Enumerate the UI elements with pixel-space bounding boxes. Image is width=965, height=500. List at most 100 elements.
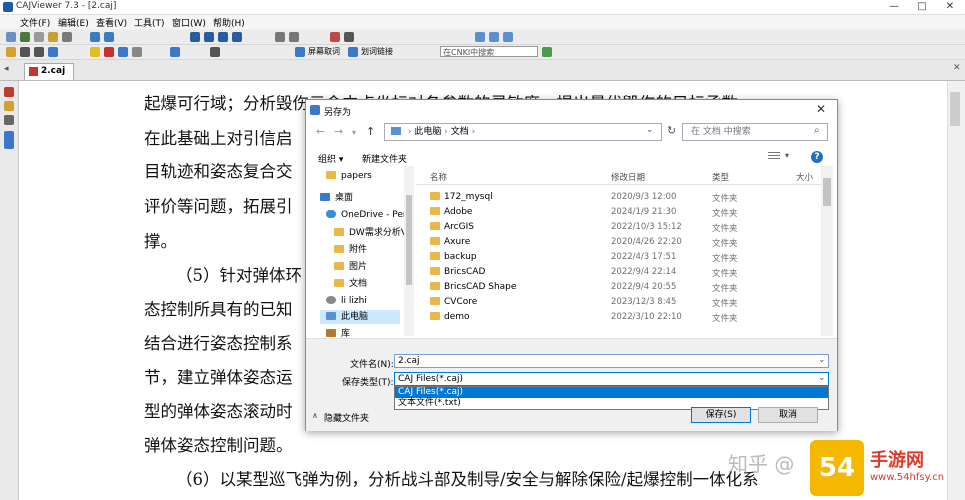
minimize-button[interactable]: — [880,0,908,14]
note-icon[interactable] [210,47,220,57]
filename-dropdown-icon[interactable]: ⌄ [818,355,826,365]
continuous-icon[interactable] [289,32,299,42]
cnki-search-select[interactable]: 在CNKI中搜索 [440,46,538,57]
forward-icon[interactable]: → [334,125,343,138]
tree-item-papers[interactable]: papers [326,169,406,183]
file-row[interactable]: BricsCAD 2022/9/4 22:14 文件夹 [416,266,821,281]
bookmark-icon[interactable] [170,47,180,57]
save-button[interactable]: 保存(S) [691,407,751,423]
screen-word-icon[interactable] [295,47,305,57]
refresh-icon[interactable]: ↻ [667,124,676,137]
search-icon[interactable]: ⌕ [814,125,820,136]
tree-item-this-pc[interactable]: 此电脑 [320,310,400,324]
file-row[interactable]: Axure 2020/4/26 22:20 文件夹 [416,236,821,251]
pencil-icon[interactable] [4,101,14,111]
word-link-icon[interactable] [348,47,358,57]
undo-icon[interactable] [90,32,100,42]
zoom-out-icon[interactable] [489,32,499,42]
file-row[interactable]: BricsCAD Shape 2022/9/4 20:55 文件夹 [416,281,821,296]
view-dropdown-icon[interactable]: ▾ [785,151,789,160]
prev-page-icon[interactable] [204,32,214,42]
organize-button[interactable]: 组织 ▾ [318,152,343,165]
tab-menu-icon[interactable]: ◂ [4,64,9,74]
file-row[interactable]: Adobe 2024/1/9 21:30 文件夹 [416,206,821,221]
search-input[interactable]: 在 文档 中搜索 [682,123,828,141]
screen-word-label[interactable]: 屏幕取词 [308,46,340,57]
filetype-option[interactable]: CAJ Files(*.caj) [395,387,828,398]
rectangle-icon[interactable] [118,47,128,57]
hand-icon[interactable] [6,47,16,57]
last-page-icon[interactable] [232,32,242,42]
up-icon[interactable]: ↑ [366,125,375,138]
menu-edit[interactable]: 编辑(E) [58,16,89,29]
tree-item-user[interactable]: li lizhi [326,294,406,308]
menu-file[interactable]: 文件(F) [20,16,50,29]
open-icon[interactable] [6,32,16,42]
menu-tools[interactable]: 工具(T) [134,16,165,29]
menu-view[interactable]: 查看(V) [96,16,127,29]
save-icon[interactable] [20,32,30,42]
fullscreen-icon[interactable] [344,32,354,42]
document-scroll-thumb[interactable] [950,92,960,126]
tree-item-documents[interactable]: 文档 [334,277,414,291]
file-row[interactable]: CVCore 2023/12/3 8:45 文件夹 [416,296,821,311]
file-row[interactable]: ArcGIS 2022/10/3 15:12 文件夹 [416,221,821,236]
text-select-icon[interactable] [20,47,30,57]
close-button[interactable]: ✕ [936,0,964,14]
page-layout-icon[interactable] [275,32,285,42]
print-icon[interactable] [34,32,44,42]
new-folder-button[interactable]: 新建文件夹 [362,152,407,165]
copy-icon[interactable] [48,32,58,42]
file-list-scroll-thumb[interactable] [823,178,831,206]
address-dropdown-icon[interactable]: ⌄ [646,125,654,135]
next-page-icon[interactable] [218,32,228,42]
ocr-icon[interactable] [48,47,58,57]
help-icon[interactable]: ? [811,151,823,163]
document-scrollbar[interactable] [947,81,965,500]
tab-close-icon[interactable]: ✕ [953,63,961,73]
paste-icon[interactable] [62,32,72,42]
column-date[interactable]: 修改日期 [611,171,645,183]
file-row[interactable]: 172_mysql 2020/9/3 12:00 文件夹 [416,191,821,206]
first-page-icon[interactable] [190,32,200,42]
outline-icon[interactable] [4,131,14,149]
file-row[interactable]: demo 2022/3/10 22:10 文件夹 [416,311,821,326]
recent-chevron-icon[interactable]: ▾ [352,128,356,137]
redo-icon[interactable] [104,32,114,42]
zoom-fit-icon[interactable] [503,32,513,42]
cancel-button[interactable]: 取消 [758,407,818,423]
menu-help[interactable]: 帮助(H) [213,16,245,29]
annotation-icon[interactable] [4,87,14,97]
filename-input[interactable]: 2.caj [394,354,829,368]
eraser-icon[interactable] [132,47,142,57]
file-row[interactable]: backup 2022/4/3 17:51 文件夹 [416,251,821,266]
tree-item-onedrive[interactable]: OneDrive - Pers [326,208,404,222]
back-icon[interactable]: ← [316,125,325,138]
word-link-label[interactable]: 划词链接 [361,46,393,57]
breadcrumb-documents[interactable]: 文档 [451,127,469,137]
tab-document[interactable]: 2.caj [24,63,74,80]
tree-item-dw[interactable]: DW需求分析V0 [334,226,404,240]
view-options-icon[interactable] [768,152,780,161]
zoom-in-icon[interactable] [475,32,485,42]
filetype-dropdown-icon[interactable]: ⌄ [818,373,826,383]
dialog-close-icon[interactable]: ✕ [811,102,831,116]
pen-icon[interactable] [104,47,114,57]
tree-item-attachments[interactable]: 附件 [334,243,414,257]
collapse-chevron-icon[interactable]: ∧ [312,411,318,420]
image-select-icon[interactable] [34,47,44,57]
highlight-icon[interactable] [90,47,100,57]
rotate-icon[interactable] [330,32,340,42]
address-bar[interactable]: › 此电脑 › 文档 › [384,123,662,141]
column-name[interactable]: 名称 [430,171,447,183]
breadcrumb-this-pc[interactable]: 此电脑 [414,127,441,137]
filetype-select[interactable]: CAJ Files(*.caj) [394,372,829,386]
column-type[interactable]: 类型 [712,171,729,183]
tree-scroll-thumb[interactable] [406,195,412,285]
column-size[interactable]: 大小 [796,171,813,183]
maximize-button[interactable]: □ [908,0,936,14]
menu-window[interactable]: 窗口(W) [172,16,206,29]
search-go-icon[interactable] [542,47,552,57]
tree-item-pictures[interactable]: 图片 [334,260,414,274]
thumbnail-icon[interactable] [4,115,14,125]
